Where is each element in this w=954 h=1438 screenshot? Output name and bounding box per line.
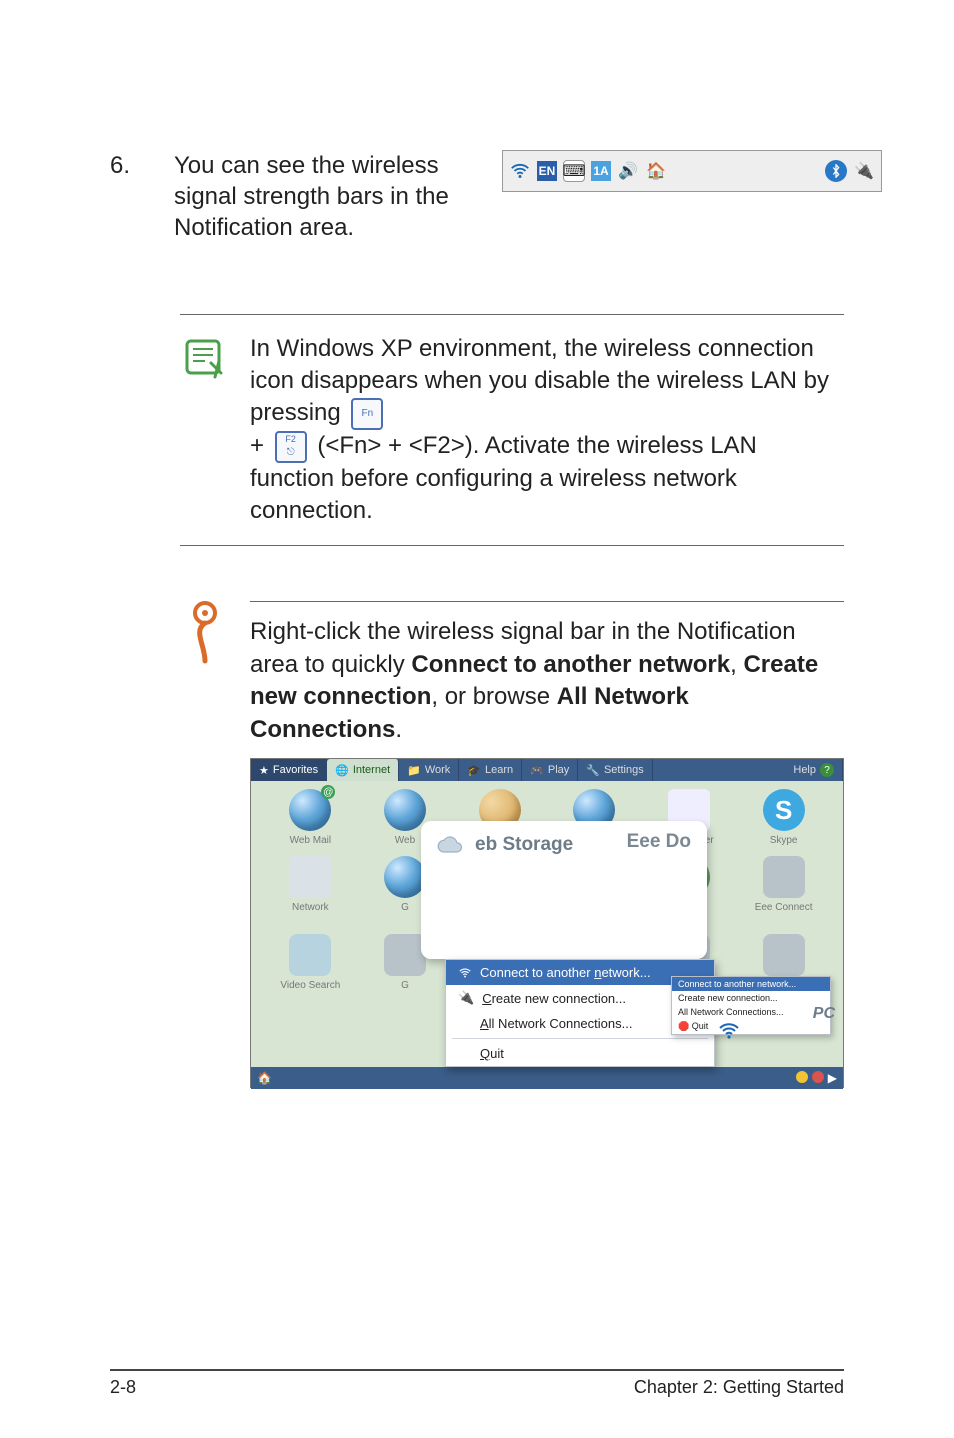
tt-head[interactable]: Connect to another network...: [672, 977, 830, 991]
note-line2: (<Fn> + <F2>). Activate the wireless LAN…: [250, 432, 757, 524]
app-tabbar: ★ Favorites 🌐 Internet 📁 Work 🎓 Learn 🎮 …: [251, 759, 843, 781]
ctx-create-label: Create new connection...: [482, 991, 626, 1006]
wifi-icon: [509, 160, 531, 182]
tab-favorites[interactable]: ★ Favorites: [251, 759, 327, 781]
tip-comma2: , or browse: [431, 683, 556, 710]
app-icon-eeeconnect-label: Eee Connect: [755, 902, 813, 913]
plug-icon: 🔌: [458, 990, 474, 1006]
eb-storage-badge: eb Storage Eee Do: [421, 821, 707, 959]
house-icon: 🏠: [645, 160, 667, 182]
tt-create[interactable]: Create new connection...: [672, 991, 830, 1005]
app-taskbar: 🏠 ▶: [251, 1067, 843, 1089]
tooltip-menu: Connect to another network... Create new…: [671, 976, 831, 1035]
step-text: You can see the wireless signal strength…: [174, 150, 474, 244]
tt-quit[interactable]: 🛑 Quit: [672, 1019, 830, 1034]
f2-key-icon: [275, 431, 307, 463]
fn-key-icon: [351, 398, 383, 430]
app-icon-webmail-label: Web Mail: [290, 835, 332, 846]
battery-icon: 🔌: [853, 160, 875, 182]
app-screenshot: ★ Favorites 🌐 Internet 📁 Work 🎓 Learn 🎮 …: [250, 758, 844, 1088]
home-icon[interactable]: 🏠: [251, 1071, 278, 1085]
tt-create-label: Create new connection...: [678, 993, 778, 1003]
app-icon-network-label: Network: [292, 902, 329, 913]
note-block: In Windows XP environment, the wireless …: [180, 314, 844, 547]
ctx-all-label: All Network Connections...: [458, 1016, 632, 1031]
bluetooth-icon: [825, 160, 847, 182]
badge-eee-text: Eee Do: [627, 831, 691, 853]
step-6-row: 6. You can see the wireless signal stren…: [110, 150, 844, 244]
tab-work-label: Work: [425, 764, 450, 776]
page-icon: 1A: [591, 161, 611, 181]
help-icon: ?: [820, 763, 834, 777]
app-icon-skype-label: Skype: [770, 835, 798, 846]
app-icon-network[interactable]: Network: [271, 856, 349, 924]
chapter-label: Chapter 2: Getting Started: [634, 1377, 844, 1398]
tt-all[interactable]: All Network Connections...: [672, 1005, 830, 1019]
ime-icon: ⌨: [563, 160, 585, 182]
note-text: In Windows XP environment, the wireless …: [250, 333, 844, 528]
tab-settings[interactable]: 🔧 Settings: [578, 759, 652, 781]
tt-quit-label: Quit: [692, 1021, 709, 1031]
tip-icon: [185, 601, 225, 1088]
tab-play-label: Play: [548, 764, 569, 776]
tab-help-label: Help: [793, 764, 816, 776]
lang-icon: EN: [537, 161, 557, 181]
ctx-quit[interactable]: Quit: [446, 1041, 714, 1066]
note-icon: [181, 333, 229, 528]
app-icon-web-label: Web: [395, 835, 415, 846]
tt-all-label: All Network Connections...: [678, 1007, 784, 1017]
app-icon-eeeconnect[interactable]: Eee Connect: [745, 856, 823, 924]
status-dot-red: [812, 1071, 824, 1083]
badge-title-text: eb Storage: [475, 834, 573, 856]
page-number: 2-8: [110, 1377, 136, 1398]
tip-bold1: Connect to another network: [411, 651, 730, 678]
app-icon-skype[interactable]: SSkype: [745, 789, 823, 846]
tip-text: Right-click the wireless signal bar in t…: [250, 601, 844, 758]
step-number: 6.: [110, 150, 146, 244]
status-dot-yellow: [796, 1071, 808, 1083]
app-icon-webmail[interactable]: @Web Mail: [271, 789, 349, 846]
tab-help[interactable]: Help ?: [785, 759, 843, 781]
ctx-quit-label: Quit: [458, 1046, 504, 1061]
tab-internet-label: Internet: [353, 764, 390, 776]
tab-favorites-label: Favorites: [273, 764, 318, 776]
tab-work[interactable]: 📁 Work: [399, 759, 459, 781]
app-icon-videosearch[interactable]: Video Search: [271, 934, 349, 991]
systray-graphic: EN ⌨ 1A 🔊 🏠 🔌: [502, 150, 882, 192]
tip-comma: ,: [730, 651, 743, 678]
app-icon-videosearch-label: Video Search: [280, 980, 340, 991]
wifi-icon: [458, 966, 472, 980]
pc-watermark: PC: [813, 1005, 835, 1023]
volume-icon: 🔊: [617, 160, 639, 182]
ctx-connect-label: Connect to another network...: [480, 965, 651, 980]
cloud-icon: [437, 831, 465, 859]
note-line1b: disappears when you disable the wireless…: [250, 367, 829, 426]
page-footer: 2-8 Chapter 2: Getting Started: [110, 1369, 844, 1398]
app-icon-google-label: G: [401, 902, 409, 913]
app-icon-google2-label: G: [401, 980, 409, 991]
tab-internet[interactable]: 🌐 Internet: [327, 759, 399, 781]
wifi-bars-icon[interactable]: [717, 1019, 741, 1043]
note-plus: +: [250, 432, 271, 459]
tab-learn[interactable]: 🎓 Learn: [459, 759, 522, 781]
tip-block: Right-click the wireless signal bar in t…: [180, 601, 844, 1088]
tab-play[interactable]: 🎮 Play: [522, 759, 578, 781]
tab-settings-label: Settings: [604, 764, 644, 776]
chevron-right-icon[interactable]: ▶: [828, 1071, 837, 1085]
tip-period: .: [395, 716, 402, 743]
tt-head-label: Connect to another network...: [678, 979, 796, 989]
tab-learn-label: Learn: [485, 764, 513, 776]
